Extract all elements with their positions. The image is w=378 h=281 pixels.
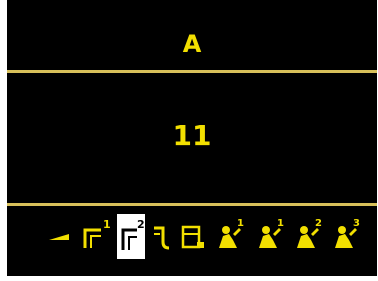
device-frame: A 11 1 2 1 1 2 3 bbox=[0, 0, 378, 281]
operator-3-icon[interactable]: 2 bbox=[291, 214, 325, 259]
bracket-step-2-badge: 2 bbox=[137, 218, 145, 231]
operator-1-icon[interactable]: 1 bbox=[213, 214, 247, 259]
top-divider bbox=[7, 70, 377, 73]
operator-4-badge: 3 bbox=[353, 218, 360, 229]
operator-3-badge: 2 bbox=[315, 218, 322, 229]
ramp-icon[interactable] bbox=[47, 214, 73, 259]
operator-2-badge: 1 bbox=[277, 218, 284, 229]
hook-icon[interactable] bbox=[149, 214, 175, 259]
bracket-step-1-badge: 1 bbox=[103, 218, 111, 231]
bottom-divider bbox=[7, 203, 377, 206]
bracket-step-2-icon[interactable]: 2 bbox=[117, 214, 145, 259]
bracket-step-1-icon[interactable]: 1 bbox=[77, 214, 111, 259]
operator-2-icon[interactable]: 1 bbox=[253, 214, 287, 259]
operator-4-icon[interactable]: 3 bbox=[329, 214, 363, 259]
value-display: 11 bbox=[172, 119, 212, 152]
mode-icon-bar: 1 2 1 1 2 3 bbox=[47, 214, 367, 259]
lcd-screen: A 11 1 2 1 1 2 3 bbox=[7, 0, 377, 276]
panel-icon[interactable] bbox=[179, 214, 207, 259]
operator-1-badge: 1 bbox=[237, 218, 244, 229]
unit-label: A bbox=[182, 30, 202, 58]
